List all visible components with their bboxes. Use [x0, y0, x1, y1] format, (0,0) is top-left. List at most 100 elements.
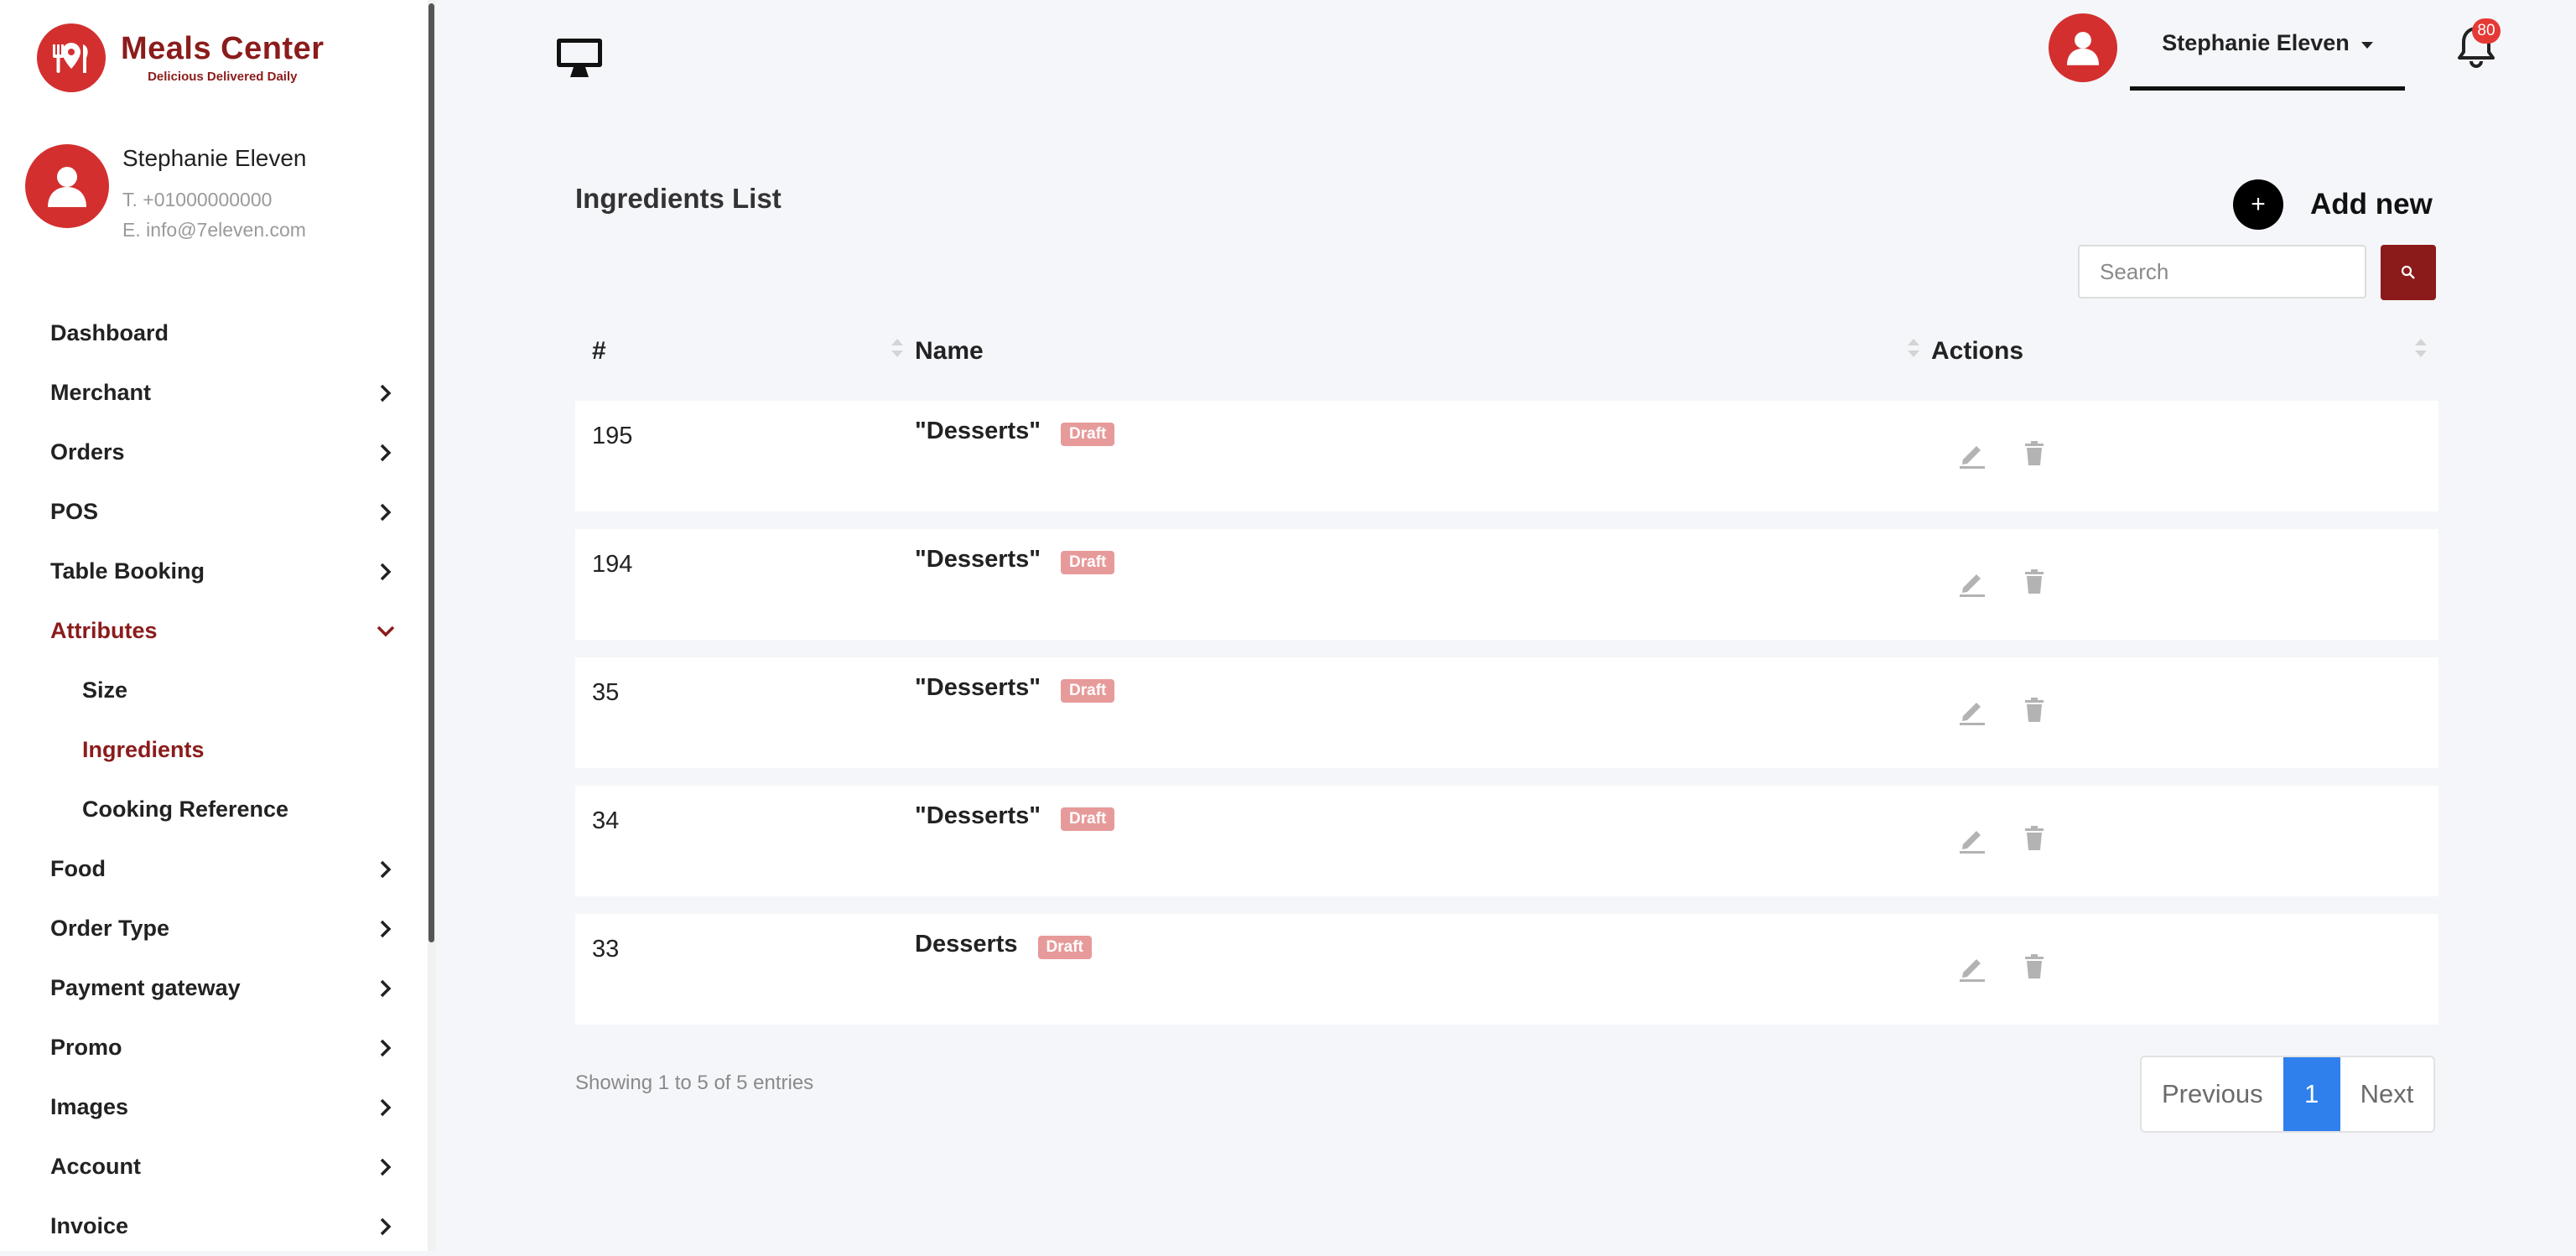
table-row: 33 Desserts Draft [575, 914, 2438, 1025]
chevron-right-icon [374, 1215, 397, 1238]
table-row: 195 "Desserts" Draft [575, 401, 2438, 511]
page-title: Ingredients List [575, 183, 782, 214]
chevron-right-icon [374, 441, 397, 465]
sidebar-item-label: Food [50, 856, 106, 881]
column-label: # [592, 337, 606, 365]
sidebar-subitem-ingredients[interactable]: Ingredients [0, 720, 428, 780]
sort-icon [891, 339, 903, 364]
sidebar-item-dashboard[interactable]: Dashboard [0, 304, 428, 363]
trash-icon[interactable] [2017, 436, 2052, 471]
user-menu-name: Stephanie Eleven [2162, 30, 2350, 55]
restaurant-logo-icon [37, 23, 106, 92]
sidebar: Meals Center Delicious Delivered Daily S… [0, 0, 428, 1251]
trash-icon[interactable] [2017, 564, 2052, 599]
add-new-button[interactable]: + Add new [2233, 179, 2433, 230]
sidebar-item-payment-gateway[interactable]: Payment gateway [0, 958, 428, 1018]
sidebar-item-images[interactable]: Images [0, 1077, 428, 1137]
sidebar-item-label: Orders [50, 439, 125, 465]
table-row: 34 "Desserts" Draft [575, 786, 2438, 896]
sidebar-item-table-booking[interactable]: Table Booking [0, 542, 428, 601]
plus-icon: + [2233, 179, 2283, 230]
sidebar-item-orders[interactable]: Orders [0, 423, 428, 482]
brand-logo[interactable]: Meals Center Delicious Delivered Daily [37, 23, 325, 92]
chevron-right-icon [374, 858, 397, 881]
edit-icon[interactable] [1955, 436, 1990, 471]
monitor-icon[interactable] [555, 37, 604, 85]
column-label: Actions [1931, 337, 2024, 365]
brand-tagline: Delicious Delivered Daily [148, 69, 298, 84]
previous-page-button[interactable]: Previous [2142, 1057, 2283, 1131]
column-header-actions[interactable]: Actions [1931, 322, 2438, 381]
sidebar-scrollbar[interactable] [428, 0, 436, 1251]
sidebar-item-label: Attributes [50, 618, 158, 643]
edit-icon[interactable] [1955, 821, 1990, 856]
table-row: 35 "Desserts" Draft [575, 657, 2438, 768]
notification-count-badge: 80 [2472, 18, 2501, 44]
row-name: Desserts [915, 931, 1018, 958]
brand-name: Meals Center [121, 30, 325, 66]
scrollbar-thumb[interactable] [428, 3, 434, 942]
sidebar-subitem-size[interactable]: Size [0, 661, 428, 720]
sidebar-item-label: Ingredients [82, 737, 205, 762]
sidebar-item-label: Size [82, 677, 128, 703]
trash-icon[interactable] [2017, 949, 2052, 984]
edit-icon[interactable] [1955, 949, 1990, 984]
status-badge: Draft [1061, 423, 1115, 446]
row-id: 195 [592, 423, 633, 449]
sidebar-item-label: Order Type [50, 916, 170, 941]
row-id: 35 [592, 679, 620, 706]
sidebar-item-food[interactable]: Food [0, 839, 428, 899]
chevron-right-icon [374, 1036, 397, 1060]
chevron-right-icon [374, 1096, 397, 1119]
chevron-right-icon [374, 560, 397, 584]
sidebar-nav: Dashboard Merchant Orders POS Table Book… [0, 304, 428, 1256]
profile-name: Stephanie Eleven [122, 145, 307, 171]
sidebar-item-label: Merchant [50, 380, 152, 405]
sidebar-item-invoice[interactable]: Invoice [0, 1196, 428, 1256]
sidebar-item-attributes[interactable]: Attributes [0, 601, 428, 661]
page-1-button[interactable]: 1 [2283, 1057, 2340, 1131]
sidebar-item-pos[interactable]: POS [0, 482, 428, 542]
row-name: "Desserts" [915, 418, 1041, 444]
sidebar-item-order-type[interactable]: Order Type [0, 899, 428, 958]
sidebar-item-label: Images [50, 1094, 129, 1119]
search-icon [2401, 265, 2415, 279]
table-row: 194 "Desserts" Draft [575, 529, 2438, 640]
sidebar-item-account[interactable]: Account [0, 1137, 428, 1196]
chevron-right-icon [374, 381, 397, 405]
row-name: "Desserts" [915, 802, 1041, 829]
status-badge: Draft [1061, 551, 1115, 574]
table-header: # Name Actions [575, 322, 2438, 381]
edit-icon[interactable] [1955, 693, 1990, 728]
column-header-name[interactable]: Name [915, 322, 1931, 381]
search-input[interactable] [2078, 245, 2366, 298]
user-avatar-icon [25, 144, 109, 228]
user-avatar-icon[interactable] [2049, 13, 2117, 82]
sidebar-item-label: POS [50, 499, 99, 524]
sidebar-item-merchant[interactable]: Merchant [0, 363, 428, 423]
chevron-right-icon [374, 977, 397, 1000]
trash-icon[interactable] [2017, 821, 2052, 856]
edit-icon[interactable] [1955, 564, 1990, 599]
column-header-id[interactable]: # [575, 322, 915, 381]
row-id: 34 [592, 807, 620, 834]
next-page-button[interactable]: Next [2340, 1057, 2434, 1131]
row-id: 33 [592, 936, 620, 963]
trash-icon[interactable] [2017, 693, 2052, 728]
caret-down-icon [2360, 42, 2373, 49]
chevron-right-icon [374, 917, 397, 941]
search-button[interactable] [2381, 245, 2436, 300]
status-badge: Draft [1061, 679, 1115, 703]
sidebar-item-label: Dashboard [50, 320, 169, 345]
row-id: 194 [592, 551, 633, 578]
column-label: Name [915, 337, 984, 365]
chevron-down-icon [374, 620, 397, 643]
user-menu-dropdown[interactable]: Stephanie Eleven [2130, 20, 2405, 91]
sidebar-item-label: Promo [50, 1035, 122, 1060]
row-name: "Desserts" [915, 674, 1041, 701]
sidebar-item-label: Cooking Reference [82, 797, 289, 822]
sidebar-item-promo[interactable]: Promo [0, 1018, 428, 1077]
add-new-label: Add new [2310, 188, 2433, 221]
sidebar-subitem-cooking-reference[interactable]: Cooking Reference [0, 780, 428, 839]
sort-icon [2415, 339, 2427, 364]
